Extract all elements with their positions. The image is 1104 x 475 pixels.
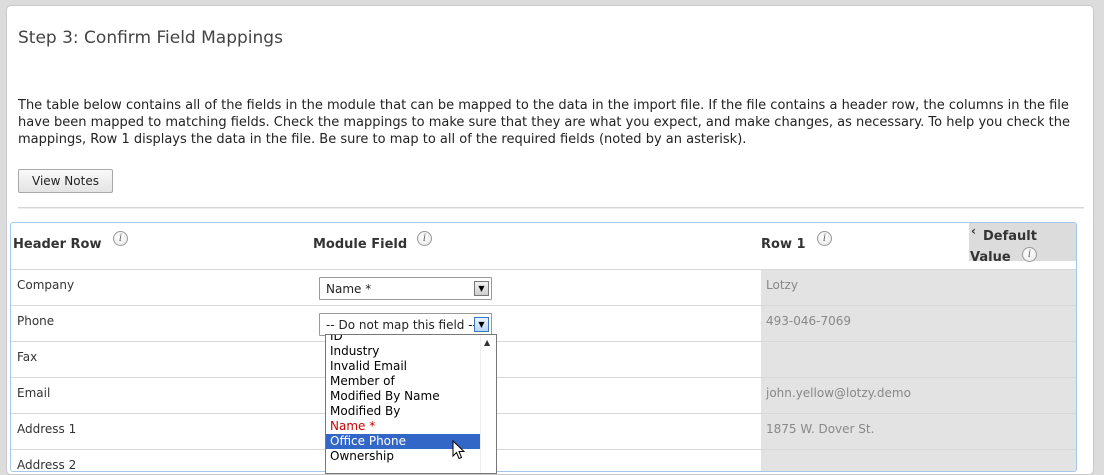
row1-cell: john.yellow@lotzy.demo (766, 386, 911, 400)
module-field-select[interactable]: -- Do not map this field -- ▼ (319, 313, 492, 336)
divider (18, 207, 1084, 209)
table-row: Fax (11, 341, 1076, 378)
column-header-label: Row 1 (761, 237, 806, 252)
table-row: Address 1 1875 W. Dover St. (11, 413, 1076, 450)
table-row: Company Name * ▼ Lotzy (11, 269, 1076, 306)
column-header-label: Header Row (13, 237, 102, 252)
row1-cell: 1875 W. Dover St. (766, 422, 875, 436)
field-mapping-table: Header Row i Module Field i Row 1 i ‹ De… (10, 222, 1077, 472)
dropdown-scrollbar[interactable]: ▲ (480, 335, 496, 473)
view-notes-button[interactable]: View Notes (18, 169, 113, 193)
column-header-row1: Row 1 i (759, 223, 969, 264)
column-header-label: Default (983, 229, 1037, 244)
table-row: Email john.yellow@lotzy.demo (11, 377, 1076, 414)
header-cell: Address 2 (17, 458, 77, 472)
header-cell: Phone (17, 314, 55, 328)
column-header-label: Module Field (313, 237, 408, 252)
page-title: Step 3: Confirm Field Mappings (18, 28, 283, 48)
module-field-dropdown-list[interactable]: ID Industry Invalid Email Member of Modi… (325, 334, 497, 474)
row1-cell-bg (761, 270, 1076, 306)
dropdown-option[interactable]: Industry (326, 344, 496, 359)
chevron-left-icon[interactable]: ‹ (971, 224, 976, 238)
column-header-default-value: ‹ Default Value i (969, 223, 1076, 265)
info-icon[interactable]: i (113, 231, 128, 246)
dropdown-option[interactable]: ID (326, 335, 496, 344)
instructions-text: The table below contains all of the fiel… (18, 98, 1070, 147)
column-header-header-row: Header Row i (11, 223, 311, 264)
dropdown-option[interactable]: Invalid Email (326, 359, 496, 374)
chevron-down-icon[interactable]: ▼ (474, 317, 489, 332)
dropdown-option[interactable]: Member of (326, 374, 496, 389)
row1-cell: Lotzy (766, 278, 798, 292)
select-value: -- Do not map this field -- (326, 318, 477, 332)
header-cell: Email (17, 386, 51, 400)
info-icon[interactable]: i (1022, 247, 1037, 262)
select-value: Name * (326, 282, 372, 296)
row1-cell: 493-046-7069 (766, 314, 852, 328)
chevron-down-icon[interactable]: ▼ (474, 281, 489, 296)
dropdown-option[interactable]: Modified By Name (326, 389, 496, 404)
header-cell: Company (17, 278, 75, 292)
column-header-label: Value (970, 250, 1011, 265)
scroll-up-icon[interactable]: ▲ (484, 338, 490, 347)
dropdown-option-required[interactable]: Name * (326, 419, 496, 434)
column-header-module-field: Module Field i (311, 223, 761, 264)
row1-cell-bg (761, 450, 1076, 471)
info-icon[interactable]: i (817, 231, 832, 246)
header-cell: Address 1 (17, 422, 77, 436)
mouse-pointer-icon (452, 440, 466, 460)
table-row: Phone -- Do not map this field -- ▼ 493-… (11, 305, 1076, 342)
module-field-select[interactable]: Name * ▼ (319, 277, 492, 300)
dropdown-option[interactable]: Modified By (326, 404, 496, 419)
dropdown-option[interactable]: Ownership (326, 449, 496, 464)
info-icon[interactable]: i (417, 231, 432, 246)
row1-cell-bg (761, 342, 1076, 378)
header-cell: Fax (17, 350, 38, 364)
